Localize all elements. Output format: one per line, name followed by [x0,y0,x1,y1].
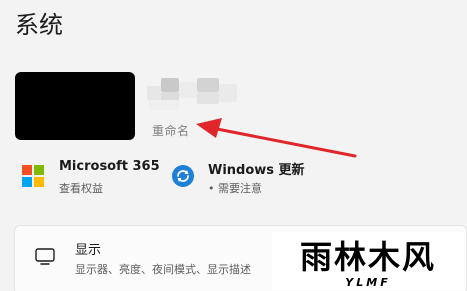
page-title: 系统 [15,11,63,39]
microsoft-365-tile[interactable]: Microsoft 365 查看权益 [22,157,172,197]
rename-link[interactable]: 重命名 [152,122,190,139]
settings-item-display-subtitle: 显示器、亮度、夜间模式、显示描述 [75,263,251,276]
device-name-redacted [147,78,239,112]
svg-text:雨林木风: 雨林木风 [300,238,436,276]
annotation-arrow [196,118,357,158]
microsoft-365-title: Microsoft 365 [59,159,160,174]
microsoft-365-subtitle: 查看权益 [59,182,103,195]
settings-system-page: 系统 重命名 Microsoft 365 查看权益 Windows 更新 • 需… [0,0,467,291]
sync-icon [172,165,194,187]
windows-update-title: Windows 更新 [208,163,305,178]
monitor-icon [35,248,55,265]
windows-update-subtitle: • 需要注意 [208,182,262,195]
svg-text:YLMF: YLMF [345,276,390,289]
microsoft-logo-icon [22,165,44,187]
settings-item-display-title: 显示 [75,243,102,258]
windows-update-tile[interactable]: Windows 更新 • 需要注意 [172,157,322,197]
watermark-logo: 雨林木风 YLMF [272,232,464,290]
device-thumbnail [15,72,135,140]
